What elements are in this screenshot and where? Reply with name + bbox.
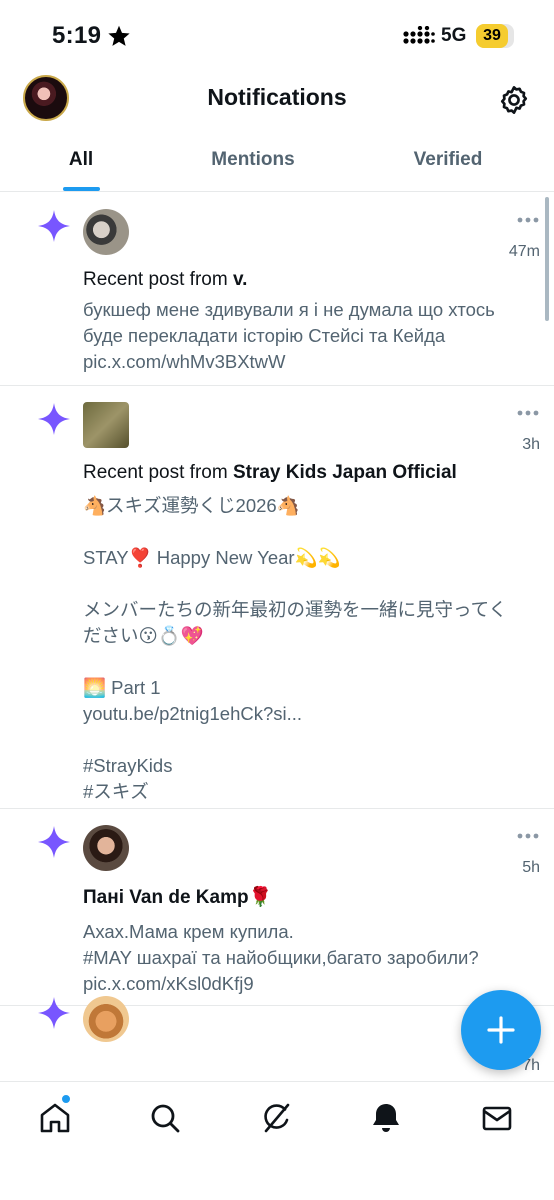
- status-bar: 5:19 5G 39: [0, 0, 554, 72]
- avatar[interactable]: [83, 996, 129, 1042]
- tab-mentions[interactable]: Mentions: [193, 149, 313, 171]
- sparkle-icon: [38, 997, 70, 1029]
- compose-button[interactable]: [461, 990, 541, 1070]
- body-line: 🌅 Part 1: [83, 677, 161, 698]
- author-name[interactable]: Stray Kids Japan Official: [233, 462, 457, 483]
- avatar[interactable]: [83, 209, 129, 255]
- sparkle-icon: [38, 826, 70, 858]
- mail-icon: [482, 1106, 512, 1131]
- network-type: 5G: [441, 25, 467, 46]
- tab-all[interactable]: All: [52, 149, 110, 171]
- notification-prefix: Recent post from: [83, 462, 233, 483]
- notification-header: Recent post from v.: [83, 269, 247, 291]
- body-line: メンバーたちの新年最初の運勢を一緒に見守ってく: [83, 599, 508, 620]
- nav-messages[interactable]: [479, 1100, 515, 1136]
- notification-item[interactable]: 47m Recent post from v. букшеф мене здив…: [0, 193, 554, 386]
- body-line: 🐴スキズ運勢くじ2026🐴: [83, 495, 300, 516]
- notification-item[interactable]: 5h Пані Van de Kamp🌹 Ахах.Мама крем купи…: [0, 809, 554, 1006]
- notification-header: Recent post from Stray Kids Japan Offici…: [83, 462, 457, 484]
- hashtag[interactable]: #スキズ: [83, 779, 543, 805]
- body-line: STAY❣️ Happy New Year💫💫: [83, 547, 341, 568]
- avatar[interactable]: [83, 402, 129, 448]
- link-text[interactable]: pic.x.com/xKsl0dKfj9: [83, 971, 543, 997]
- header: Notifications: [0, 72, 554, 128]
- gear-icon[interactable]: [498, 84, 530, 116]
- notification-time: 5h: [522, 859, 540, 876]
- nav-notifications[interactable]: [368, 1100, 404, 1136]
- link-text[interactable]: pic.x.com/whMv3BXtwW: [83, 349, 543, 375]
- notification-header: Пані Van de Kamp🌹: [83, 885, 272, 909]
- search-icon: [151, 1104, 180, 1133]
- bell-icon: [373, 1104, 399, 1132]
- star-icon: [108, 25, 130, 46]
- body-line: ださい😗💍💖: [83, 625, 204, 646]
- notification-time: 47m: [508, 243, 540, 260]
- unread-dot: [61, 1094, 71, 1104]
- tab-verified[interactable]: Verified: [398, 149, 498, 171]
- page-title: Notifications: [207, 84, 347, 110]
- body-line: Ахах.Мама крем купила.: [83, 921, 294, 942]
- tab-bar: All Mentions Verified: [0, 134, 554, 192]
- avatar[interactable]: [83, 825, 129, 871]
- grok-icon: [264, 1103, 290, 1133]
- signal-icon: [403, 26, 435, 44]
- notification-item[interactable]: 3h Recent post from Stray Kids Japan Off…: [0, 386, 554, 809]
- sparkle-icon: [38, 403, 70, 435]
- active-tab-indicator: [63, 187, 100, 191]
- hashtag[interactable]: #StrayKids: [83, 753, 543, 779]
- hashtag-line: #MAY шахраї та найобщики,багато заробили…: [83, 947, 479, 968]
- battery-icon: 39: [476, 24, 514, 48]
- scrollbar[interactable]: [545, 197, 549, 321]
- notification-time: 3h: [522, 436, 540, 453]
- plus-icon: [487, 1016, 515, 1044]
- bottom-nav: [0, 1081, 554, 1200]
- status-time: 5:19: [52, 22, 102, 49]
- body-line: буде перекладати історію Стейсі та Кейда: [83, 325, 446, 346]
- link-text[interactable]: youtu.be/p2tnig1ehCk?si...: [83, 701, 543, 727]
- more-options-icon[interactable]: [517, 833, 539, 839]
- notification-prefix: Recent post from: [83, 269, 233, 290]
- notification-body: 🐴スキズ運勢くじ2026🐴 STAY❣️ Happy New Year💫💫 メン…: [83, 493, 543, 805]
- notification-body: Ахах.Мама крем купила. #MAY шахраї та на…: [83, 919, 543, 997]
- author-name[interactable]: Пані Van de Kamp🌹: [83, 887, 272, 908]
- more-options-icon[interactable]: [517, 410, 539, 416]
- more-options-icon[interactable]: [517, 217, 539, 223]
- nav-search[interactable]: [147, 1100, 183, 1136]
- notification-body: букшеф мене здивували я і не думала що х…: [83, 297, 543, 375]
- author-name[interactable]: v.: [233, 269, 247, 290]
- battery-level: 39: [483, 27, 501, 44]
- body-line: букшеф мене здивували я і не думала що х…: [83, 299, 495, 320]
- sparkle-icon: [38, 210, 70, 242]
- nav-grok[interactable]: [258, 1100, 294, 1136]
- nav-home[interactable]: [37, 1100, 73, 1136]
- home-icon: [40, 1103, 70, 1133]
